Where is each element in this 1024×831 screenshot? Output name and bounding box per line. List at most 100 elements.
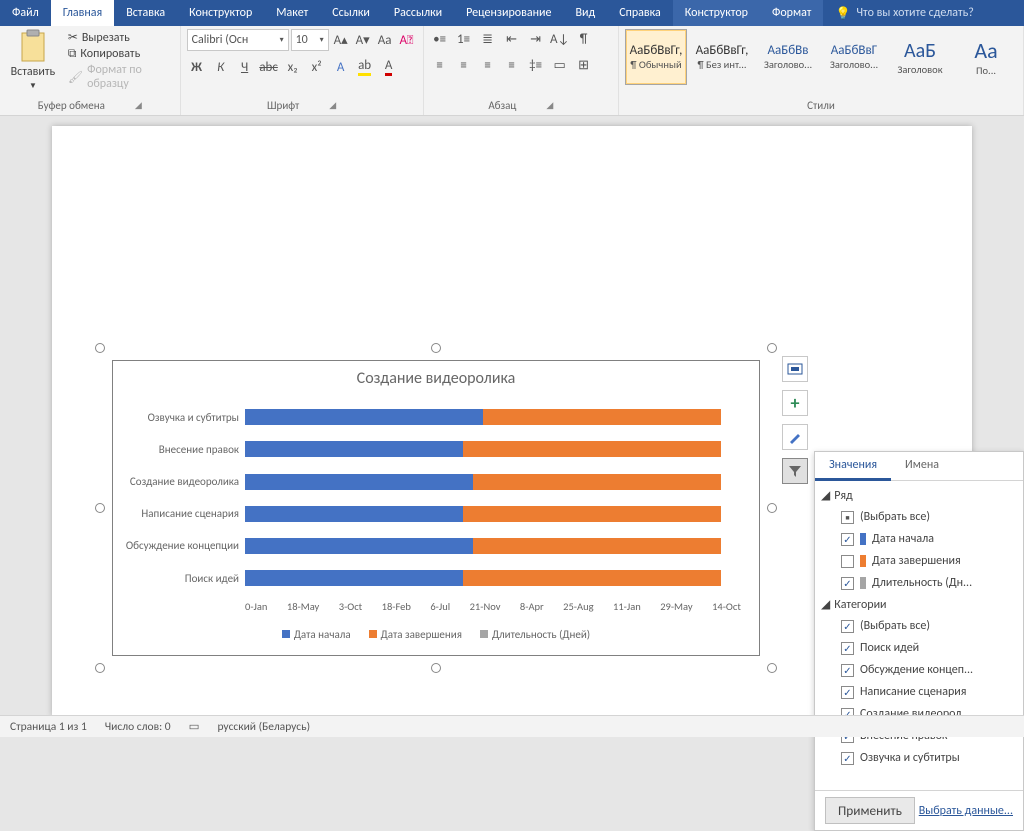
- bar-segment-start[interactable]: [245, 506, 463, 522]
- resize-handle-n[interactable]: [431, 343, 441, 353]
- filter-tab-names[interactable]: Имена: [891, 452, 953, 480]
- underline-button[interactable]: Ч: [235, 57, 255, 77]
- chart-elements-button[interactable]: +: [782, 390, 808, 416]
- tab-home[interactable]: Главная: [51, 0, 114, 26]
- style-5[interactable]: АаПо...: [955, 29, 1017, 85]
- series-header[interactable]: ◢Ряд: [819, 485, 1015, 506]
- bar-segment-start[interactable]: [245, 474, 473, 490]
- bar-segment-end[interactable]: [473, 474, 721, 490]
- chart-filters-button[interactable]: [782, 458, 808, 484]
- change-case-button[interactable]: Aa: [375, 30, 395, 50]
- tab-insert[interactable]: Вставка: [114, 0, 177, 26]
- tab-chart-design[interactable]: Конструктор: [673, 0, 760, 26]
- style-0[interactable]: АаБбВвГг,¶ Обычный: [625, 29, 687, 85]
- resize-handle-w[interactable]: [95, 503, 105, 513]
- word-count[interactable]: Число слов: 0: [105, 720, 171, 734]
- align-right-button[interactable]: ≡: [478, 55, 498, 75]
- language-status[interactable]: русский (Беларусь): [217, 720, 310, 734]
- superscript-button[interactable]: x²: [307, 57, 327, 77]
- increase-font-button[interactable]: A▴: [331, 30, 351, 50]
- legend-item-3[interactable]: Длительность (Дней): [480, 628, 590, 641]
- resize-handle-nw[interactable]: [95, 343, 105, 353]
- filter-item[interactable]: (Выбрать все): [819, 615, 1015, 637]
- cut-button[interactable]: ✂Вырезать: [64, 29, 174, 46]
- line-spacing-button[interactable]: ‡≡: [526, 55, 546, 75]
- filter-item[interactable]: (Выбрать все): [819, 506, 1015, 528]
- font-dialog-launcher[interactable]: ◢: [329, 100, 336, 111]
- sort-button[interactable]: A↓: [550, 29, 570, 49]
- filter-item[interactable]: Дата начала: [819, 528, 1015, 550]
- align-center-button[interactable]: ≡: [454, 55, 474, 75]
- justify-button[interactable]: ≡: [502, 55, 522, 75]
- chart-object[interactable]: Создание видеоролика Озвучка и субтитрыВ…: [100, 348, 772, 668]
- bar-segment-end[interactable]: [463, 506, 721, 522]
- subscript-button[interactable]: x₂: [283, 57, 303, 77]
- apply-button[interactable]: Применить: [825, 797, 915, 824]
- chart-styles-button[interactable]: [782, 424, 808, 450]
- style-2[interactable]: АаБбВвЗаголово...: [757, 29, 819, 85]
- categories-header[interactable]: ◢Категории: [819, 594, 1015, 615]
- select-data-link[interactable]: Выбрать данные...: [919, 804, 1013, 818]
- checkbox[interactable]: [841, 533, 854, 546]
- style-3[interactable]: АаБбВвГЗаголово...: [823, 29, 885, 85]
- plot-area[interactable]: Озвучка и субтитрыВнесение правокСоздани…: [245, 401, 741, 595]
- tab-help[interactable]: Справка: [607, 0, 673, 26]
- resize-handle-se[interactable]: [767, 663, 777, 673]
- page-status[interactable]: Страница 1 из 1: [10, 720, 87, 734]
- copy-button[interactable]: ⧉Копировать: [64, 46, 174, 62]
- proofing-icon[interactable]: ▭: [189, 719, 200, 734]
- bar-segment-end[interactable]: [483, 409, 721, 425]
- checkbox[interactable]: [841, 686, 854, 699]
- checkbox[interactable]: [841, 577, 854, 590]
- clipboard-dialog-launcher[interactable]: ◢: [135, 100, 142, 111]
- filter-tab-values[interactable]: Значения: [815, 452, 891, 481]
- decrease-indent-button[interactable]: ⇤: [502, 29, 522, 49]
- bullets-button[interactable]: •≡: [430, 29, 450, 49]
- legend-item-1[interactable]: Дата начала: [282, 628, 351, 641]
- resize-handle-e[interactable]: [767, 503, 777, 513]
- tell-me[interactable]: 💡 Что вы хотите сделать?: [823, 0, 985, 26]
- filter-body[interactable]: ◢Ряд (Выбрать все)Дата началаДата заверш…: [815, 481, 1023, 790]
- checkbox[interactable]: [841, 555, 854, 568]
- checkbox[interactable]: [841, 664, 854, 677]
- tab-mailings[interactable]: Рассылки: [382, 0, 454, 26]
- paragraph-dialog-launcher[interactable]: ◢: [546, 100, 553, 111]
- bar-segment-end[interactable]: [463, 570, 721, 586]
- resize-handle-s[interactable]: [431, 663, 441, 673]
- resize-handle-ne[interactable]: [767, 343, 777, 353]
- resize-handle-sw[interactable]: [95, 663, 105, 673]
- style-1[interactable]: АаБбВвГг,¶ Без инт...: [691, 29, 753, 85]
- tab-review[interactable]: Рецензирование: [454, 0, 563, 26]
- multilevel-list-button[interactable]: ≣: [478, 29, 498, 49]
- text-effects-button[interactable]: A: [331, 57, 351, 77]
- checkbox[interactable]: [841, 752, 854, 765]
- align-left-button[interactable]: ≡: [430, 55, 450, 75]
- increase-indent-button[interactable]: ⇥: [526, 29, 546, 49]
- tab-format[interactable]: Формат: [760, 0, 823, 26]
- filter-item[interactable]: Дата завершения: [819, 550, 1015, 572]
- tab-layout[interactable]: Макет: [264, 0, 320, 26]
- layout-options-button[interactable]: [782, 356, 808, 382]
- chart-title[interactable]: Создание видеоролика: [113, 369, 759, 388]
- decrease-font-button[interactable]: A▾: [353, 30, 373, 50]
- filter-item[interactable]: Обсуждение концеп...: [819, 659, 1015, 681]
- bar-segment-end[interactable]: [463, 441, 721, 457]
- filter-item[interactable]: Длительность (Дн...: [819, 572, 1015, 594]
- font-size-select[interactable]: 10▾: [291, 29, 329, 51]
- bar-segment-start[interactable]: [245, 570, 463, 586]
- highlight-button[interactable]: ab: [355, 57, 375, 77]
- strikethrough-button[interactable]: abc: [259, 57, 279, 77]
- paste-button[interactable]: Вставить ▼: [6, 29, 60, 91]
- font-color-button[interactable]: A: [379, 57, 399, 77]
- tab-file[interactable]: Файл: [0, 0, 51, 26]
- style-4[interactable]: АаБЗаголовок: [889, 29, 951, 85]
- clear-formatting-button[interactable]: A⃠: [397, 30, 417, 50]
- checkbox[interactable]: [841, 511, 854, 524]
- numbering-button[interactable]: 1≡: [454, 29, 474, 49]
- tab-references[interactable]: Ссылки: [320, 0, 382, 26]
- chart-area[interactable]: Создание видеоролика Озвучка и субтитрыВ…: [112, 360, 760, 656]
- show-marks-button[interactable]: ¶: [574, 29, 594, 49]
- shading-button[interactable]: ▭: [550, 55, 570, 75]
- legend-item-2[interactable]: Дата завершения: [369, 628, 462, 641]
- filter-item[interactable]: Написание сценария: [819, 681, 1015, 703]
